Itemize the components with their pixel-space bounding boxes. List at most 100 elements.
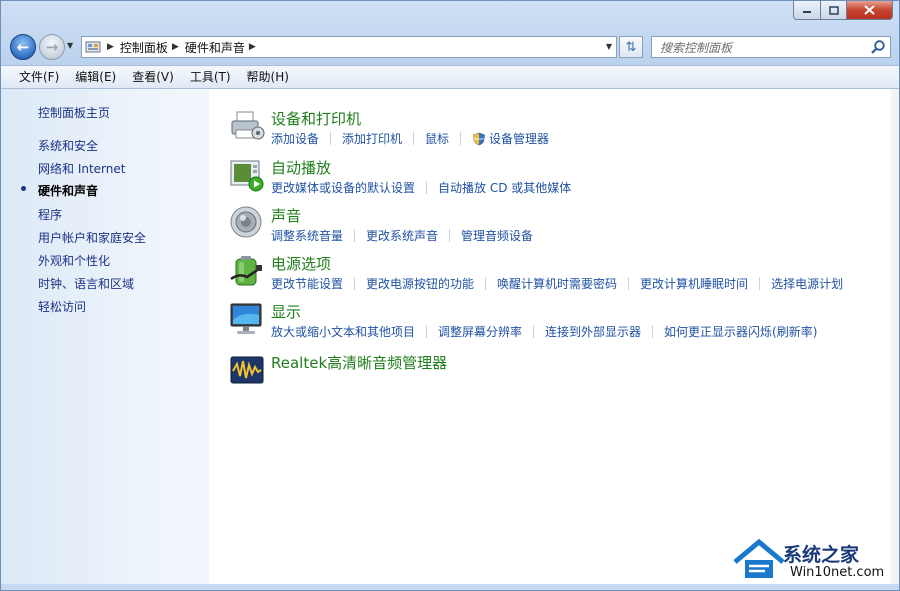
maximize-button[interactable] (821, 1, 847, 20)
menu-help[interactable]: 帮助(H) (239, 66, 297, 88)
link-autoplay-cd[interactable]: 自动播放 CD 或其他媒体 (438, 179, 571, 196)
link-adjust-volume[interactable]: 调整系统音量 (271, 227, 343, 244)
link-divider (533, 325, 535, 338)
watermark-logo: 系统之家 Win10net.com (731, 538, 893, 586)
window-controls (793, 1, 893, 20)
link-choose-power-plan[interactable]: 选择电源计划 (771, 275, 843, 292)
search-box (651, 36, 891, 58)
link-mouse[interactable]: 鼠标 (425, 130, 449, 147)
link-power-button-function[interactable]: 更改电源按钮的功能 (366, 275, 474, 292)
link-add-printer[interactable]: 添加打印机 (342, 130, 402, 147)
link-sleep-time[interactable]: 更改计算机睡眠时间 (640, 275, 748, 292)
control-panel-window: ← → ▼ ▶ 控制面板 ▶ 硬件和声音 ▶ ▼ ⇅ 搜索控制面板 文件(F) … (0, 0, 900, 591)
address-dropdown-icon[interactable]: ▼ (606, 42, 612, 51)
category-title[interactable]: 声音 (271, 205, 301, 226)
main-content: 设备和打印机 添加设备 添加打印机 鼠标 设备管理器 自动播放 更改媒体或设备的… (209, 89, 891, 584)
menu-bar: 文件(F) 编辑(E) 查看(V) 工具(T) 帮助(H) (1, 65, 899, 89)
sidebar-item-hardware-sound: 硬件和声音 (38, 184, 99, 198)
sidebar-item-system-security[interactable]: 系统和安全 (38, 137, 98, 154)
sidebar-item-ease-of-access[interactable]: 轻松访问 (38, 298, 86, 315)
sidebar: 控制面板主页 系统和安全 网络和 Internet 硬件和声音 程序 用户帐户和… (1, 89, 209, 584)
link-fix-flicker[interactable]: 如何更正显示器闪烁(刷新率) (664, 323, 817, 340)
link-resize-text[interactable]: 放大或缩小文本和其他项目 (271, 323, 415, 340)
back-arrow-icon: ← (16, 38, 30, 56)
category-links: 放大或缩小文本和其他项目 调整屏幕分辨率 连接到外部显示器 如何更正显示器闪烁(… (271, 323, 817, 340)
back-button[interactable]: ← (10, 34, 36, 60)
link-divider (485, 277, 487, 290)
link-device-manager[interactable]: 设备管理器 (489, 130, 549, 147)
link-divider (449, 229, 451, 242)
forward-button[interactable]: → (39, 34, 65, 60)
link-divider (330, 132, 332, 145)
link-require-password-wake[interactable]: 唤醒计算机时需要密码 (497, 275, 617, 292)
sidebar-item-clock-language[interactable]: 时钟、语言和区域 (38, 275, 134, 292)
control-panel-icon (85, 41, 101, 53)
link-change-sounds[interactable]: 更改系统声音 (366, 227, 438, 244)
category-title[interactable]: 设备和打印机 (271, 108, 361, 129)
link-divider (652, 325, 654, 338)
category-title[interactable]: 电源选项 (271, 253, 331, 274)
forward-arrow-icon: → (45, 38, 59, 56)
uac-shield-icon (473, 132, 485, 145)
navigation-bar: ← → ▼ ▶ 控制面板 ▶ 硬件和声音 ▶ ▼ ⇅ (1, 31, 899, 63)
speaker-icon[interactable] (229, 205, 265, 241)
search-input[interactable] (658, 38, 862, 58)
link-divider (759, 277, 761, 290)
search-icon[interactable] (870, 39, 886, 55)
category-links: 添加设备 添加打印机 鼠标 设备管理器 (271, 130, 549, 147)
close-button[interactable] (847, 1, 893, 20)
category-title[interactable]: 自动播放 (271, 157, 331, 178)
link-connect-external-display[interactable]: 连接到外部显示器 (545, 323, 641, 340)
sidebar-home-link[interactable]: 控制面板主页 (38, 104, 110, 121)
close-icon (864, 5, 875, 15)
refresh-icon: ⇅ (625, 39, 637, 55)
link-divider (426, 181, 428, 194)
category-title[interactable]: Realtek高清晰音频管理器 (271, 352, 447, 373)
menu-tools[interactable]: 工具(T) (182, 66, 239, 88)
breadcrumb-separator-icon[interactable]: ▶ (172, 42, 179, 52)
link-divider (460, 132, 462, 145)
history-dropdown-icon[interactable]: ▼ (67, 41, 73, 50)
sidebar-item-appearance[interactable]: 外观和个性化 (38, 252, 110, 269)
title-bar[interactable] (1, 1, 899, 29)
category-title[interactable]: 显示 (271, 301, 301, 322)
current-item-bullet (21, 186, 26, 191)
link-change-media-defaults[interactable]: 更改媒体或设备的默认设置 (271, 179, 415, 196)
link-divider (354, 277, 356, 290)
link-divider (426, 325, 428, 338)
link-change-power-saving[interactable]: 更改节能设置 (271, 275, 343, 292)
watermark-url: Win10net.com (787, 565, 888, 580)
link-manage-audio[interactable]: 管理音频设备 (461, 227, 533, 244)
category-links: 调整系统音量 更改系统声音 管理音频设备 (271, 227, 533, 244)
breadcrumb-control-panel[interactable]: 控制面板 (120, 39, 168, 56)
menu-edit[interactable]: 编辑(E) (67, 66, 124, 88)
category-links: 更改节能设置 更改电源按钮的功能 唤醒计算机时需要密码 更改计算机睡眠时间 选择… (271, 275, 843, 292)
menu-view[interactable]: 查看(V) (124, 66, 182, 88)
minimize-icon (803, 11, 811, 13)
realtek-audio-icon[interactable] (229, 352, 265, 388)
link-divider (413, 132, 415, 145)
link-divider (354, 229, 356, 242)
breadcrumb-separator-icon[interactable]: ▶ (249, 42, 256, 52)
printer-icon[interactable] (229, 108, 265, 144)
breadcrumb-hardware-sound[interactable]: 硬件和声音 (185, 39, 245, 56)
monitor-icon[interactable] (229, 301, 265, 337)
menu-file[interactable]: 文件(F) (11, 66, 67, 88)
watermark-title: 系统之家 (783, 544, 860, 566)
sidebar-item-network-internet[interactable]: 网络和 Internet (38, 160, 125, 177)
autoplay-icon[interactable] (229, 157, 265, 193)
address-bar[interactable]: ▶ 控制面板 ▶ 硬件和声音 ▶ ▼ (81, 36, 617, 58)
house-logo-icon (733, 538, 785, 578)
window-frame-right (891, 89, 899, 584)
minimize-button[interactable] (793, 1, 821, 20)
category-links: 更改媒体或设备的默认设置 自动播放 CD 或其他媒体 (271, 179, 571, 196)
sidebar-item-programs[interactable]: 程序 (38, 206, 62, 223)
breadcrumb-separator-icon[interactable]: ▶ (107, 42, 114, 52)
maximize-icon (828, 5, 839, 15)
link-divider (628, 277, 630, 290)
link-add-device[interactable]: 添加设备 (271, 130, 319, 147)
refresh-button[interactable]: ⇅ (619, 36, 643, 58)
sidebar-item-user-accounts[interactable]: 用户帐户和家庭安全 (38, 229, 146, 246)
link-adjust-resolution[interactable]: 调整屏幕分辨率 (438, 323, 522, 340)
battery-icon[interactable] (229, 253, 265, 289)
